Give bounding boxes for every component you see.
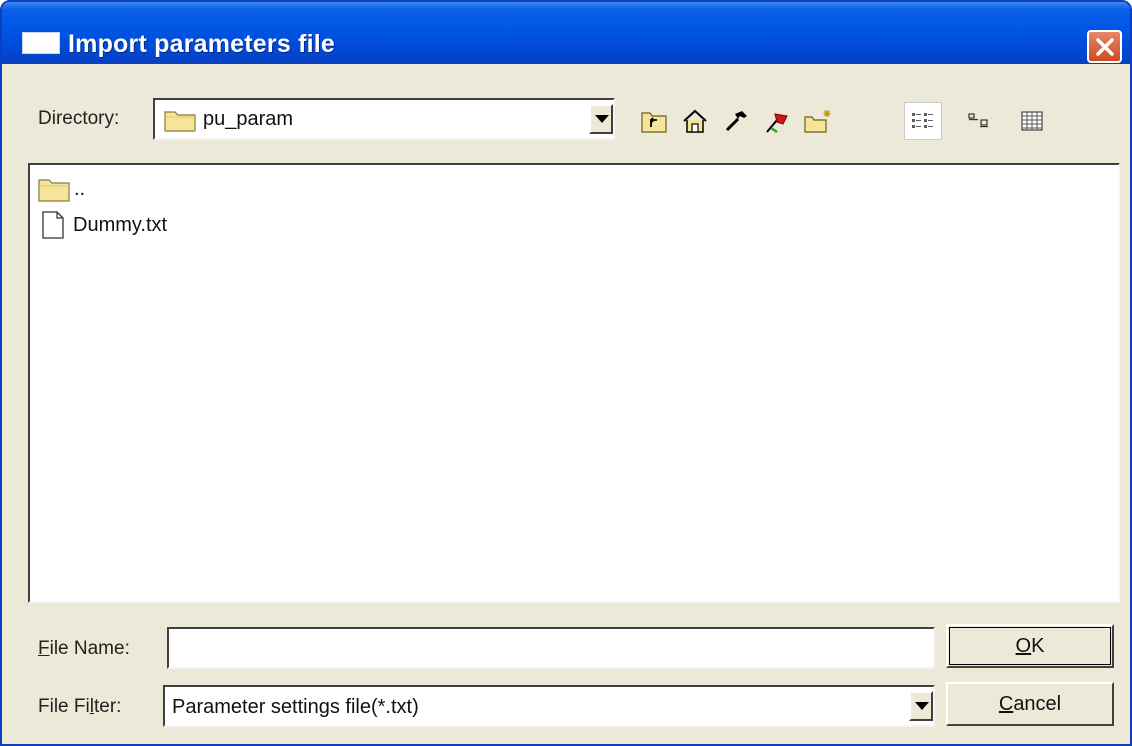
file-filter-dropdown-button[interactable] (909, 691, 933, 721)
home-icon (683, 109, 707, 133)
close-button[interactable] (1087, 30, 1122, 63)
file-filter-label: File Filter: (38, 696, 122, 717)
list-item-file[interactable]: Dummy.txt (38, 209, 167, 241)
hammer-button[interactable] (717, 102, 755, 140)
document-icon (42, 211, 64, 239)
file-filter-value: Parameter settings file(*.txt) (172, 696, 419, 718)
up-folder-icon (641, 112, 667, 133)
file-name-text: .. (74, 177, 86, 200)
file-name-input[interactable] (167, 627, 935, 669)
directory-label: Directory: (38, 108, 120, 129)
new-folder-button[interactable] (799, 102, 837, 140)
file-name-label: File Name: (38, 638, 130, 659)
flag-bookmark-icon (766, 113, 788, 134)
directory-value: pu_param (203, 108, 294, 130)
directory-dropdown-button[interactable] (589, 104, 613, 134)
title-bar[interactable]: Import parameters file (2, 2, 1130, 64)
details-view-button[interactable] (960, 102, 998, 140)
directory-combobox[interactable]: pu_param (153, 98, 615, 140)
folder-icon (38, 179, 70, 202)
file-name-text: Dummy.txt (73, 213, 168, 236)
bookmark-button[interactable] (758, 102, 796, 140)
folder-icon (164, 111, 196, 132)
chevron-down-icon (915, 702, 929, 710)
file-filter-combobox[interactable]: Parameter settings file(*.txt) (163, 685, 935, 727)
up-folder-button[interactable] (635, 102, 673, 140)
ok-button[interactable]: OK (946, 624, 1114, 668)
dialog-window: Import parameters file Directory: pu_par… (0, 0, 1132, 746)
cancel-button[interactable]: Cancel (946, 682, 1114, 726)
window-title: Import parameters file (68, 30, 335, 58)
table-view-icon (1021, 111, 1043, 131)
home-button[interactable] (676, 102, 714, 140)
hammer-icon (725, 111, 747, 132)
close-icon (1096, 38, 1114, 56)
window-icon (22, 32, 60, 54)
table-view-button[interactable] (1013, 102, 1051, 140)
list-item-parent-folder[interactable]: .. (38, 173, 85, 205)
list-view-icon (912, 113, 933, 128)
chevron-down-icon (595, 115, 609, 123)
details-view-icon (968, 113, 988, 128)
file-list[interactable]: .. Dummy.txt (28, 163, 1120, 603)
list-view-button[interactable] (904, 102, 942, 140)
new-folder-icon (804, 110, 831, 133)
